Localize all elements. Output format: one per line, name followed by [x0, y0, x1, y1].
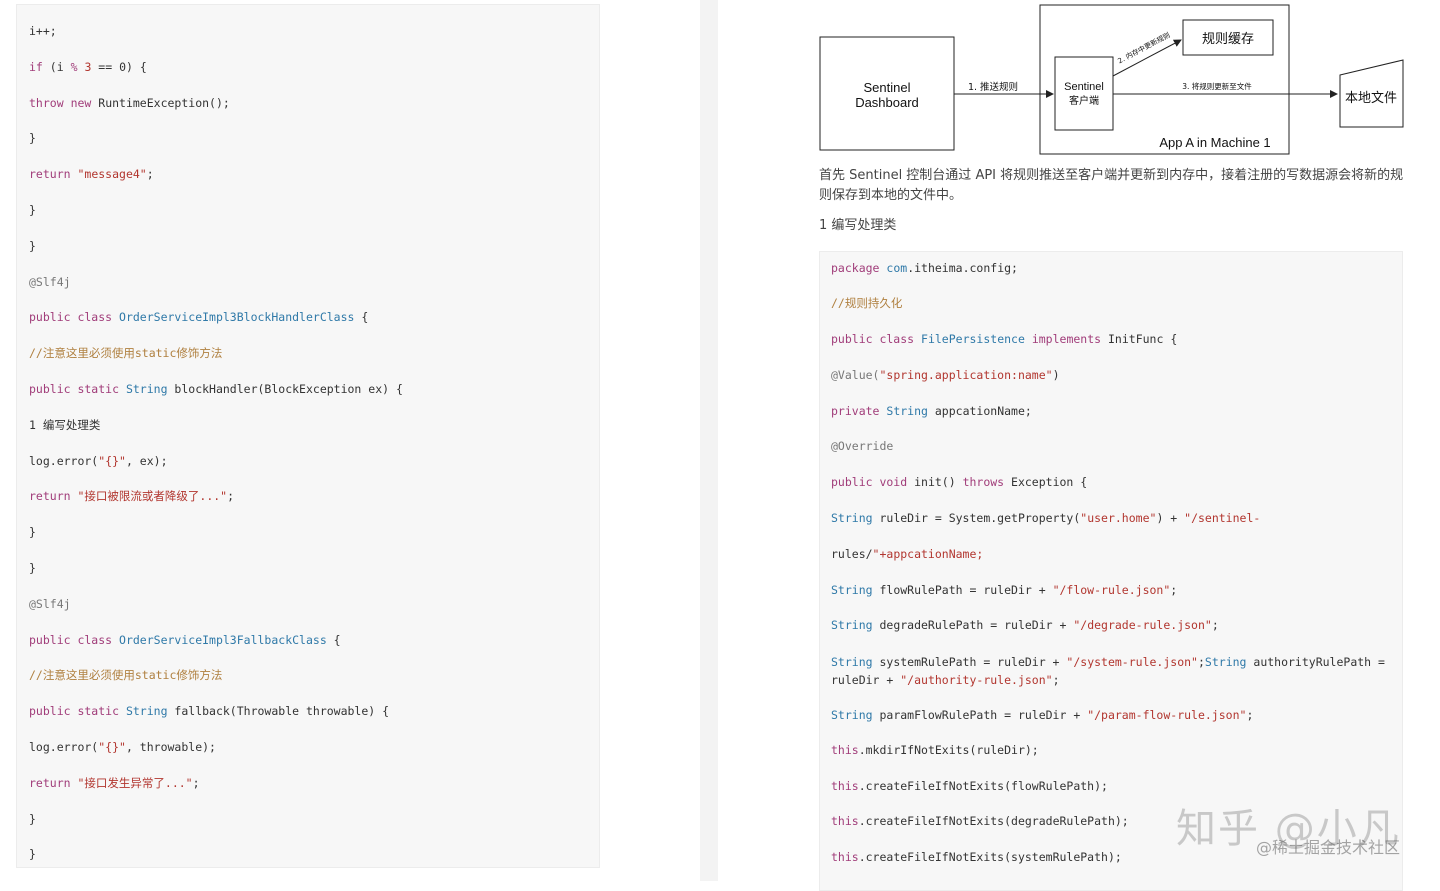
code-line: return "接口被限流或者降级了..."; [29, 489, 235, 504]
code-line: if (i % 3 == 0) { [29, 59, 147, 74]
arrow-push-rule-label: 1. 推送规则 [968, 81, 1018, 93]
code-line: log.error("{}", ex); [29, 453, 168, 468]
file-label: 本地文件 [1345, 91, 1397, 106]
code-line: @Override [831, 439, 894, 453]
code-line: String degradeRulePath = ruleDir + "/deg… [831, 618, 1219, 632]
code-line: public class OrderServiceImpl3BlockHandl… [29, 310, 369, 325]
code-line: } [29, 561, 36, 575]
code-line: public void init() throws Exception { [831, 475, 1088, 489]
code-line: } [29, 525, 36, 540]
code-line: this.createFileIfNotExits(flowRulePath); [831, 779, 1108, 793]
code-line: @Value("spring.application:name") [831, 368, 1060, 382]
code-line: //注意这里必须使用static修饰方法 [29, 346, 223, 361]
code-line: return "message4"; [29, 167, 154, 182]
client-box [1054, 56, 1114, 131]
architecture-diagram: Sentinel Dashboard App A in Machine 1 1.… [819, 4, 1404, 155]
section-heading: 1 编写处理类 [819, 218, 897, 233]
code-line: String systemRulePath = ruleDir + "/syst… [831, 655, 1385, 687]
code-line: //规则持久化 [831, 296, 903, 310]
code-line: public class OrderServiceImpl3FallbackCl… [29, 632, 341, 647]
code-line: public static String fallback(Throwable … [29, 704, 390, 719]
watermark-sub: @稀土掘金技术社区 [1256, 838, 1401, 857]
code-line: } [29, 847, 36, 862]
dashboard-label-2: Dashboard [855, 95, 919, 110]
code-line: rules/"+appcationName; [831, 547, 984, 561]
code-line: this.createFileIfNotExits(degradeRulePat… [831, 814, 1129, 828]
code-line: String paramFlowRulePath = ruleDir + "/p… [831, 708, 1254, 722]
code-line: private String appcationName; [831, 404, 1032, 418]
arrow-write-file-label: 3. 将规则更新至文件 [1182, 81, 1252, 91]
description-paragraph: 首先 Sentinel 控制台通过 API 将规则推送至客户端并更新到内存中，接… [819, 168, 1404, 203]
code-line: package com.itheima.config; [831, 261, 1018, 275]
code-line: } [29, 238, 36, 253]
code-line: //注意这里必须使用static修饰方法 [29, 668, 223, 683]
client-label-2: 客户端 [1069, 94, 1099, 107]
code-line: public static String blockHandler(BlockE… [29, 382, 403, 396]
machine-label: App A in Machine 1 [1159, 135, 1270, 150]
code-line: String ruleDir = System.getProperty("use… [831, 511, 1261, 525]
code-line: } [29, 811, 36, 826]
code-line: this.mkdirIfNotExits(ruleDir); [831, 743, 1039, 757]
code-block-right: package com.itheima.config; //规则持久化 public… [819, 251, 1403, 891]
cache-label: 规则缓存 [1202, 32, 1254, 47]
code-line: this.createFileIfNotExits(systemRulePath… [831, 850, 1122, 864]
code-block-left: i++; if (i % 3 == 0) { throw new RuntimeEx… [16, 4, 600, 868]
code-line: i++; [29, 24, 57, 38]
dashboard-label-1: Sentinel [864, 80, 911, 95]
code-line: public class FilePersistence implements … [831, 332, 1178, 346]
code-line: @Slf4j [29, 274, 71, 289]
code-line: } [29, 131, 36, 146]
code-line: 1 编写处理类 [29, 417, 101, 432]
code-line: String flowRulePath = ruleDir + "/flow-r… [831, 583, 1178, 597]
code-line: } [29, 203, 36, 217]
code-line: log.error("{}", throwable); [29, 740, 216, 754]
code-line: @Slf4j [29, 596, 71, 611]
left-page: i++; if (i % 3 == 0) { throw new RuntimeEx… [0, 0, 700, 881]
code-line: throw new RuntimeException(); [29, 95, 230, 110]
client-label-1: Sentinel [1064, 81, 1104, 93]
code-line: return "接口发生异常了..."; [29, 775, 200, 790]
page-gutter [700, 0, 718, 881]
